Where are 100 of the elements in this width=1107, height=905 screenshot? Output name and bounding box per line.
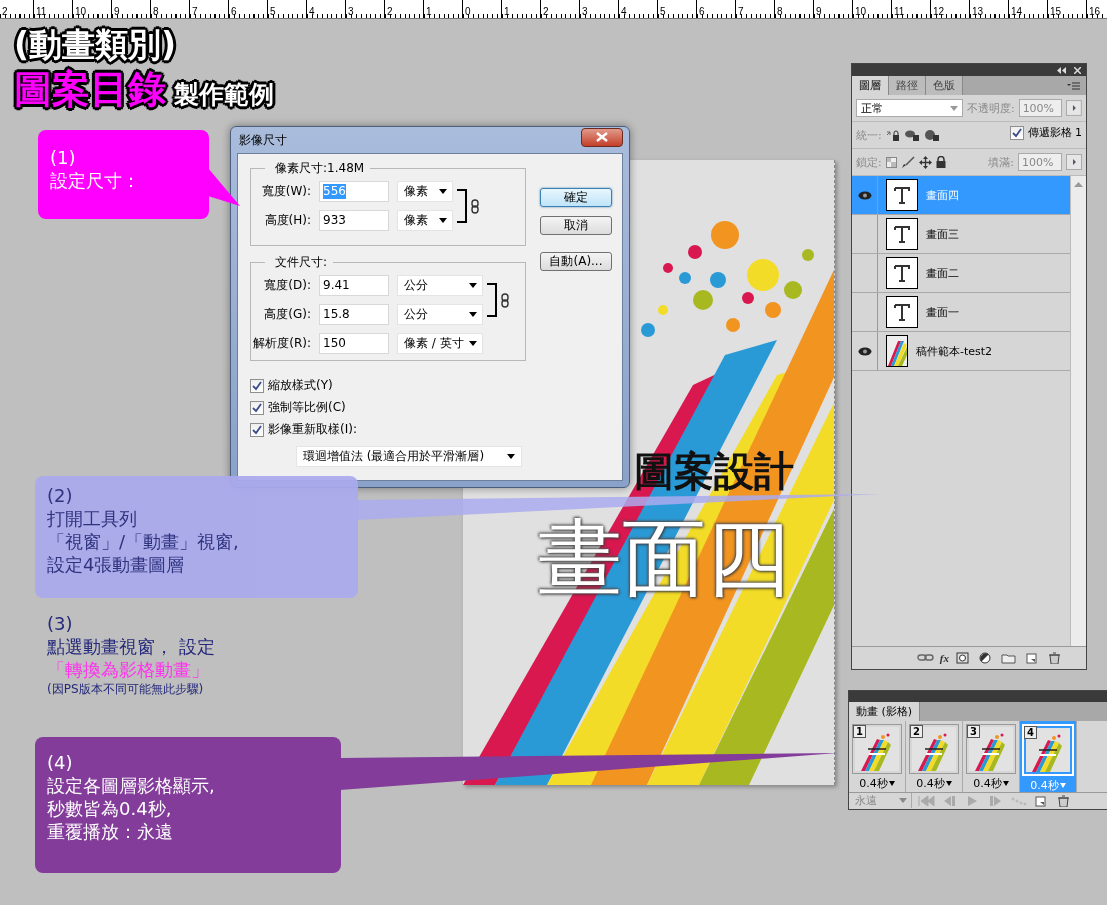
text-layer-icon [886, 179, 918, 211]
scroll-up-icon [1074, 182, 1083, 187]
layer-name: 畫面二 [926, 265, 959, 281]
dropdown-caret-icon [1059, 782, 1066, 788]
animation-frame[interactable]: 4 0.4秒 [1020, 720, 1077, 792]
unify-visibility-icon [903, 128, 920, 142]
dropdown-value: 永遠 [855, 793, 877, 809]
checkbox[interactable] [1009, 125, 1024, 140]
text-field[interactable]: 15.8 [319, 304, 389, 325]
frame-thumbnail [912, 726, 956, 771]
text-field[interactable]: 933 [319, 210, 389, 231]
checkbox-label: 縮放樣式(Y) [268, 377, 333, 394]
dropdown-caret-icon [888, 780, 895, 786]
frame-number: 4 [1024, 725, 1037, 739]
frame-delay: 0.4秒 [916, 775, 945, 791]
layer-style-button[interactable]: fx [939, 652, 949, 664]
field-value: 9.41 [323, 278, 350, 293]
dropdown-value: 像素 [404, 212, 428, 229]
unit-dropdown[interactable]: 像素 / 英寸 [397, 333, 483, 354]
resample-dropdown[interactable]: 環迴增值法 (最適合用於平滑漸層) [296, 446, 522, 467]
text-layer-icon [886, 257, 918, 289]
frame-thumbnail [1026, 727, 1070, 772]
link-bracket [457, 189, 467, 223]
checkbox[interactable] [250, 400, 264, 415]
chain-link-icon [501, 292, 509, 308]
heading-topic: 圖案目錄 [14, 66, 166, 112]
group-label: 文件尺寸: [265, 255, 334, 270]
brush-icon[interactable] [900, 155, 915, 169]
callout-text: 點選動畫視窗， 設定 [47, 635, 215, 658]
dropdown-caret-icon [949, 105, 958, 111]
layer-row[interactable]: 畫面二 [852, 254, 1070, 293]
dropdown-caret-icon [469, 312, 477, 317]
frame-number: 1 [853, 724, 866, 738]
frame-delay-dropdown[interactable]: 0.4秒 [916, 775, 952, 791]
text-field[interactable]: 150 [319, 333, 389, 354]
dialog-button[interactable]: 自動(A)... [540, 252, 612, 271]
lock-icon[interactable] [935, 156, 946, 168]
dropdown-value: 正常 [861, 100, 883, 116]
layer-row[interactable]: 畫面一 [852, 293, 1070, 332]
field-label: 寬度(W): [260, 183, 311, 200]
panel-tab[interactable]: 色版 [926, 76, 963, 95]
dropdown-caret-icon [469, 283, 477, 288]
unit-dropdown[interactable]: 公分 [397, 275, 483, 296]
text-layer-icon [886, 218, 918, 250]
layer-row[interactable]: 畫面三 [852, 215, 1070, 254]
dialog-button[interactable]: 取消 [540, 216, 612, 235]
dropdown-value: 公分 [404, 277, 428, 294]
close-button[interactable] [581, 127, 623, 147]
text-field[interactable]: 9.41 [319, 275, 389, 296]
blend-mode-dropdown[interactable]: 正常 [856, 99, 963, 117]
dropdown-caret-icon [507, 454, 515, 459]
unit-dropdown[interactable]: 公分 [397, 304, 483, 325]
frame-delay-dropdown[interactable]: 0.4秒 [859, 775, 895, 791]
frame-thumbnail [855, 726, 899, 771]
heading-subtitle: 製作範例 [174, 79, 274, 111]
move-icon[interactable] [918, 155, 932, 169]
frame-delay-dropdown[interactable]: 0.4秒 [973, 775, 1009, 791]
frame-delay: 0.4秒 [859, 775, 888, 791]
callout-text: 重覆播放：永遠 [47, 820, 174, 843]
frame-thumbnail [969, 726, 1013, 771]
lock-transparency-icon[interactable] [885, 156, 897, 168]
unify-style-icon [923, 128, 940, 142]
dropdown-caret-icon [1002, 780, 1009, 786]
unit-dropdown[interactable]: 像素 [397, 210, 453, 231]
layer-name: 畫面一 [926, 304, 959, 320]
chain-link-icon [471, 198, 479, 214]
frame-delay: 0.4秒 [1030, 777, 1059, 793]
image-thumbnail [886, 335, 908, 367]
field-value: 100% [1022, 101, 1055, 115]
arrow-button-icon[interactable] [1066, 100, 1082, 116]
callout-text: 設定各圖層影格顯示, [47, 774, 216, 797]
callout-note: (因PS版本不同可能無此步驟) [47, 681, 205, 697]
scrollbar[interactable] [1070, 176, 1086, 646]
layer-row[interactable]: 稿件範本-test2 [852, 332, 1070, 371]
panel-tab[interactable]: 路徑 [889, 76, 926, 95]
checkbox[interactable] [250, 378, 264, 393]
callout-text: (4) [47, 751, 74, 774]
frame-delay: 0.4秒 [973, 775, 1002, 791]
link-bracket [487, 283, 497, 317]
frame-number: 2 [910, 724, 923, 738]
field-value: 100% [1022, 155, 1054, 169]
field-label: 高度(H): [263, 212, 311, 229]
link-icon[interactable] [916, 652, 934, 664]
checkbox-label: 影像重新取樣(I): [268, 421, 357, 438]
dropdown-caret-icon [945, 780, 952, 786]
close-icon [596, 132, 608, 142]
collapse-icon[interactable] [1057, 66, 1066, 74]
layer-name: 畫面三 [926, 226, 959, 242]
lock-label: 鎖定: [856, 154, 882, 170]
field-value: 556 [323, 184, 346, 199]
folder-icon[interactable] [1001, 652, 1018, 664]
arrow-button-icon[interactable] [1066, 154, 1082, 170]
checkbox[interactable] [250, 422, 264, 437]
close-icon[interactable] [1074, 66, 1081, 74]
dropdown-value: 像素 / 英寸 [404, 335, 464, 352]
panel-tab[interactable]: 圖層 [852, 76, 889, 95]
mask-icon[interactable] [955, 652, 972, 664]
ok-button[interactable]: 確定 [540, 188, 612, 207]
unit-dropdown[interactable]: 像素 [397, 181, 453, 202]
callout-text: 打開工具列 [47, 507, 138, 530]
